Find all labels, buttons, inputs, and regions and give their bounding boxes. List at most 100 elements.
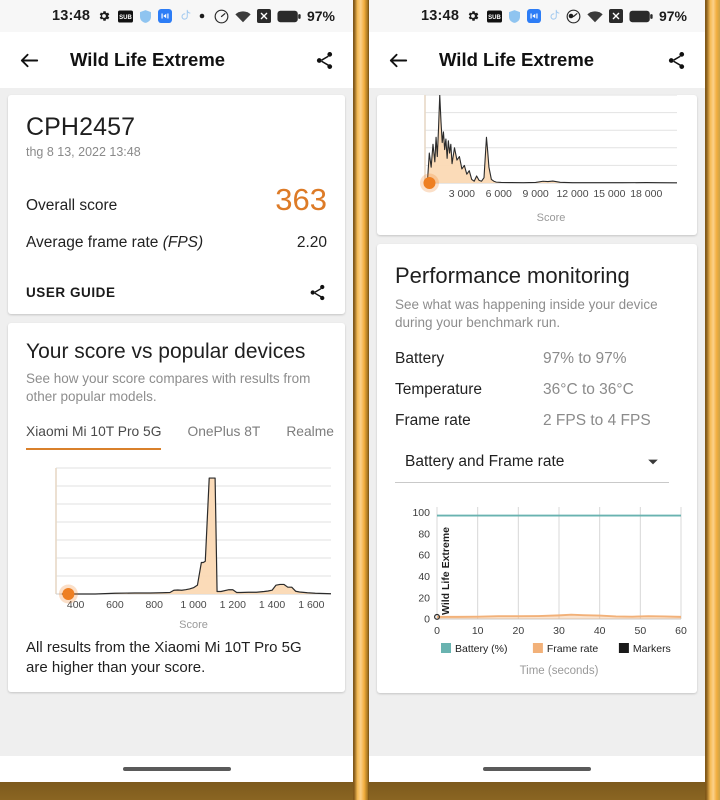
dot-icon bbox=[199, 13, 205, 19]
status-bar-left-group: 13:48 SUB bbox=[52, 8, 205, 24]
status-bar-right: 13:48 SUB 97% bbox=[369, 0, 705, 32]
svg-text:6 000: 6 000 bbox=[486, 188, 512, 200]
home-indicator[interactable] bbox=[122, 767, 231, 771]
compare-subtitle: See how your score compares with results… bbox=[26, 371, 311, 404]
metric-select[interactable]: Battery and Frame rate bbox=[395, 443, 669, 483]
share-icon[interactable] bbox=[314, 50, 335, 71]
app-bar-right: Wild Life Extreme bbox=[369, 32, 705, 88]
frame-rate-label: Average frame rate (FPS) bbox=[26, 234, 203, 252]
frame-rate-label-text: Average frame rate bbox=[26, 234, 159, 251]
svg-text:1 200: 1 200 bbox=[220, 599, 246, 611]
page-title: Wild Life Extreme bbox=[70, 49, 226, 70]
table-row: Frame rate 2 FPS to 4 FPS bbox=[395, 412, 679, 430]
phone-screenshot-right: 13:48 SUB 97% Wild Life Extreme 3 000 6 … bbox=[369, 0, 705, 800]
svg-text:80: 80 bbox=[418, 528, 430, 540]
share-icon[interactable] bbox=[308, 283, 327, 302]
battery-percent-label: 97% bbox=[306, 8, 335, 24]
svg-text:3 000: 3 000 bbox=[449, 188, 475, 200]
svg-text:0: 0 bbox=[424, 614, 430, 626]
messenger-icon bbox=[527, 9, 542, 23]
table-row: Battery 97% to 97% bbox=[395, 350, 679, 368]
svg-text:9 000: 9 000 bbox=[522, 188, 548, 200]
tab-realme[interactable]: Realme bbox=[286, 424, 334, 450]
screenshot-stage: 13:48 SUB 97% Wild Life Extreme CPH2457 … bbox=[0, 0, 720, 800]
status-bar-clock: 13:48 bbox=[421, 8, 460, 24]
no-sim-icon bbox=[256, 9, 271, 23]
scroll-body-left[interactable]: CPH2457 thg 8 13, 2022 13:48 Overall sco… bbox=[0, 88, 353, 756]
status-bar-left-group: 13:48 SUB bbox=[421, 8, 574, 24]
gear-icon bbox=[97, 9, 111, 23]
performance-monitoring-card: Performance monitoring See what was happ… bbox=[377, 244, 697, 693]
svg-text:50: 50 bbox=[634, 625, 646, 637]
svg-text:12 000: 12 000 bbox=[556, 188, 588, 200]
back-arrow-icon[interactable] bbox=[387, 49, 410, 72]
device-model-name: CPH2457 bbox=[26, 113, 136, 141]
shield-icon bbox=[140, 9, 152, 23]
gesture-home-area bbox=[0, 756, 353, 782]
score-distribution-card-partial: 3 000 6 000 9 000 12 000 15 000 18 000 Score bbox=[377, 95, 697, 235]
performance-monitor-chart: 0 20 40 60 80 100 0 10 20 30 40 50 60 Wild Life Extre… bbox=[395, 499, 687, 677]
performance-stats-table: Battery 97% to 97% Temperature 36°C to 3… bbox=[395, 350, 679, 430]
frame-rate-row: Average frame rate (FPS) 2.20 bbox=[26, 234, 327, 252]
device-tabs[interactable]: Xiaomi Mi 10T Pro 5G OnePlus 8T Realme bbox=[26, 424, 334, 450]
frame-rate-value: 2.20 bbox=[296, 234, 327, 251]
compare-title: Your score vs popular devices bbox=[26, 340, 306, 363]
svg-text:SUB: SUB bbox=[119, 15, 132, 21]
tiktok-icon bbox=[548, 9, 561, 23]
no-sim-icon bbox=[608, 9, 623, 23]
svg-text:10: 10 bbox=[472, 625, 484, 637]
table-row: Temperature 36°C to 36°C bbox=[395, 381, 679, 399]
svg-text:15 000: 15 000 bbox=[593, 188, 625, 200]
svg-text:600: 600 bbox=[106, 599, 124, 611]
svg-text:40: 40 bbox=[418, 571, 430, 583]
battery-icon bbox=[629, 10, 653, 23]
share-icon[interactable] bbox=[666, 50, 687, 71]
svg-text:20: 20 bbox=[418, 592, 430, 604]
score-distribution-chart: 400 600 800 1 000 1 200 1 400 1 600 Score bbox=[26, 460, 332, 630]
scroll-body-right[interactable]: 3 000 6 000 9 000 12 000 15 000 18 000 Score P… bbox=[369, 88, 705, 756]
svg-text:20: 20 bbox=[512, 625, 524, 637]
battery-stat-value: 97% to 97% bbox=[543, 349, 627, 367]
svg-text:SUB: SUB bbox=[488, 15, 501, 21]
shield-icon bbox=[509, 9, 521, 23]
score-distribution-svg: 400 600 800 1 000 1 200 1 400 1 600Score bbox=[55, 467, 332, 630]
svg-text:40: 40 bbox=[594, 625, 606, 637]
wifi-icon bbox=[235, 10, 251, 23]
score-distribution-chart-wide: 3 000 6 000 9 000 12 000 15 000 18 000 Score bbox=[387, 95, 687, 223]
data-saver-icon bbox=[214, 9, 229, 24]
performance-title: Performance monitoring bbox=[395, 263, 630, 288]
page-title: Wild Life Extreme bbox=[439, 49, 595, 70]
svg-text:1 600: 1 600 bbox=[298, 599, 324, 611]
svg-text:18 000: 18 000 bbox=[630, 188, 662, 200]
performance-subtitle: See what was happening inside your devic… bbox=[395, 297, 658, 330]
user-guide-label[interactable]: USER GUIDE bbox=[26, 285, 116, 300]
gesture-home-area bbox=[369, 756, 705, 782]
device-bottom-shadow bbox=[369, 782, 705, 800]
svg-text:60: 60 bbox=[418, 550, 430, 562]
chevron-down-icon[interactable] bbox=[645, 454, 661, 470]
svg-text:800: 800 bbox=[145, 599, 163, 611]
frame-rate-stat-label: Frame rate bbox=[395, 411, 471, 429]
back-arrow-icon[interactable] bbox=[18, 49, 41, 72]
home-indicator[interactable] bbox=[483, 767, 591, 771]
overall-score-row: Overall score 363 bbox=[26, 184, 327, 215]
frame-rate-stat-value: 2 FPS to 4 FPS bbox=[543, 411, 651, 429]
battery-stat-label: Battery bbox=[395, 349, 445, 367]
svg-text:Markers: Markers bbox=[633, 643, 671, 655]
tab-xiaomi-mi-10t-pro-5g[interactable]: Xiaomi Mi 10T Pro 5G bbox=[26, 424, 162, 450]
metric-select-value: Battery and Frame rate bbox=[405, 453, 565, 471]
status-bar-left: 13:48 SUB 97% bbox=[0, 0, 353, 32]
temperature-stat-value: 36°C to 36°C bbox=[543, 380, 634, 398]
battery-icon bbox=[277, 10, 301, 23]
score-card: CPH2457 thg 8 13, 2022 13:48 Overall sco… bbox=[8, 95, 345, 314]
overall-score-value: 363 bbox=[275, 182, 327, 217]
app-bar-left: Wild Life Extreme bbox=[0, 32, 353, 88]
compare-note: All results from the Xiaomi Mi 10T Pro 5… bbox=[26, 638, 302, 676]
status-bar-right-group: 97% bbox=[214, 8, 335, 24]
temperature-stat-label: Temperature bbox=[395, 380, 483, 398]
svg-text:Frame rate: Frame rate bbox=[547, 643, 599, 655]
user-guide-row[interactable]: USER GUIDE bbox=[26, 270, 327, 314]
svg-text:100: 100 bbox=[412, 507, 430, 519]
tab-oneplus-8t[interactable]: OnePlus 8T bbox=[187, 424, 260, 450]
frame-rate-label-unit: (FPS) bbox=[162, 234, 204, 251]
